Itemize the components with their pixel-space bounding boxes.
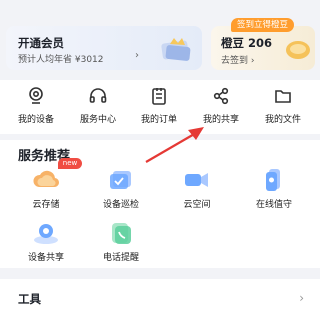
service-label: 设备巡检 — [102, 200, 139, 210]
service-online-guard[interactable]: 在线值守 — [244, 167, 304, 210]
beans-count: 橙豆 206 — [221, 36, 273, 50]
quick-item-orders[interactable]: 我的订单 — [131, 86, 187, 125]
quick-item-label: 我的文件 — [264, 115, 301, 125]
service-label: 设备共享 — [27, 253, 64, 263]
service-label: 电话提醒 — [102, 253, 139, 263]
member-title: 开通会员 — [18, 36, 64, 50]
quick-item-my-share[interactable]: 我的共享 — [193, 86, 249, 125]
chevron-right-icon: › — [250, 56, 255, 66]
service-phone-reminder[interactable]: 电话提醒 — [91, 220, 151, 263]
vip-crown-icon — [161, 38, 191, 61]
device-inspection-icon — [110, 171, 131, 189]
service-label: 在线值守 — [255, 200, 292, 210]
tools-title: 工具 — [18, 292, 41, 306]
share-icon — [213, 87, 229, 105]
chevron-right-icon: › — [135, 50, 139, 61]
service-recommend-section: 服务推荐 云存储 设备巡检 云空间 在线值守 设备共享 电话提醒 — [0, 140, 320, 268]
folder-icon — [275, 90, 291, 103]
service-label: 云空间 — [183, 200, 211, 210]
quick-functions: 我的设备 服务中心 我的订单 我的共享 我的文件 — [0, 80, 320, 134]
service-device-share[interactable]: 设备共享 — [16, 220, 76, 263]
quick-item-label: 我的订单 — [140, 115, 177, 125]
chevron-right-icon: › — [299, 291, 304, 305]
headset-icon — [89, 88, 107, 103]
order-list-icon — [152, 88, 166, 105]
service-device-inspection[interactable]: 设备巡检 — [91, 167, 151, 210]
new-badge: new — [58, 158, 82, 169]
tools-row[interactable]: 工具 › — [0, 279, 320, 318]
service-cloud-storage[interactable]: 云存储 — [16, 167, 76, 210]
device-share-icon — [34, 224, 58, 244]
member-subtitle: 预计人均年省 ¥3012 — [18, 55, 104, 65]
bean-coin-icon — [286, 41, 310, 59]
phone-reminder-icon — [112, 223, 131, 244]
sign-in-label: 去签到 — [221, 56, 249, 66]
sign-in-reward-badge: 签到立得橙豆 — [231, 18, 295, 32]
quick-item-devices[interactable]: 我的设备 — [8, 86, 64, 125]
quick-item-files[interactable]: 我的文件 — [255, 86, 311, 125]
quick-item-service-center[interactable]: 服务中心 — [70, 86, 126, 125]
cloud-storage-icon — [33, 170, 60, 188]
service-cloud-space[interactable]: 云空间 — [167, 167, 227, 210]
quick-item-label: 我的共享 — [202, 115, 239, 125]
quick-item-label: 服务中心 — [79, 115, 116, 125]
quick-item-label: 我的设备 — [17, 115, 54, 125]
member-card[interactable]: 开通会员 预计人均年省 ¥3012 › — [6, 26, 202, 70]
online-guard-icon — [266, 169, 280, 191]
cloud-space-icon — [185, 173, 208, 187]
camera-icon — [29, 87, 43, 104]
service-label: 云存储 — [32, 200, 60, 210]
sign-in-link[interactable]: 去签到 › — [221, 53, 255, 66]
beans-card[interactable]: 橙豆 206 去签到 › — [211, 26, 315, 70]
